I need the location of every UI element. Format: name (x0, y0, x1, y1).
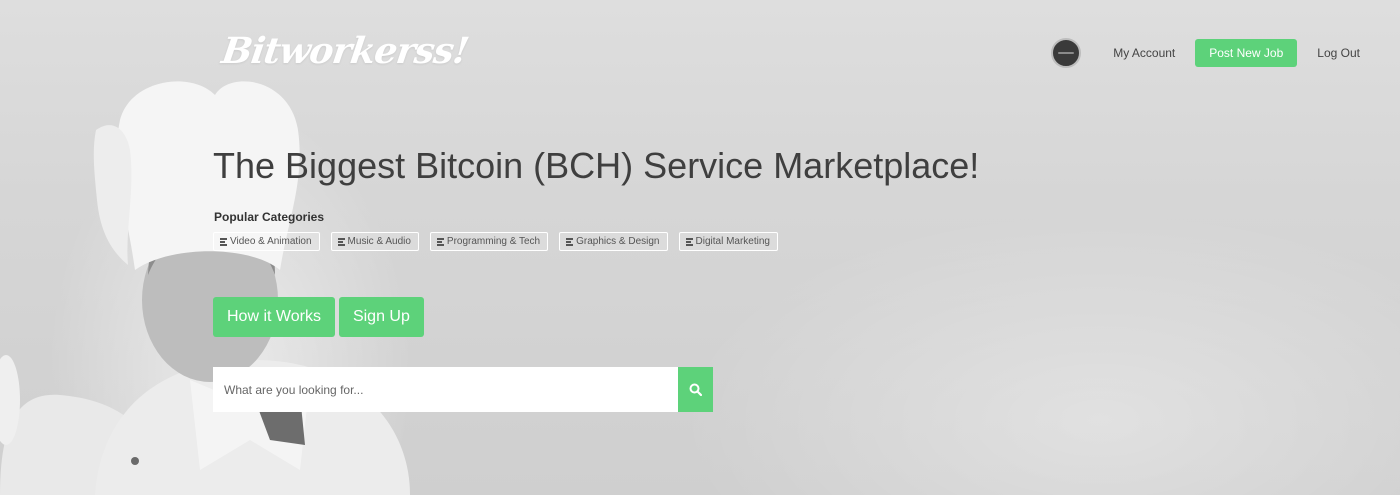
search-bar (213, 367, 713, 412)
list-icon (436, 237, 444, 246)
category-tag[interactable]: Digital Marketing (678, 232, 778, 251)
top-nav: My Account Post New Job Log Out (1051, 38, 1360, 68)
log-out-link[interactable]: Log Out (1317, 46, 1360, 60)
site-logo[interactable]: Bitworkerss! (219, 30, 471, 72)
hero-headline: The Biggest Bitcoin (BCH) Service Market… (213, 145, 980, 186)
category-label: Programming & Tech (446, 236, 541, 247)
category-tag[interactable]: Graphics & Design (559, 232, 668, 251)
category-tag[interactable]: Programming & Tech (429, 232, 549, 251)
list-icon (337, 237, 345, 246)
category-label: Graphics & Design (576, 236, 660, 247)
category-label: Music & Audio (347, 236, 411, 247)
hero-actions: How it Works Sign Up (213, 297, 424, 337)
user-avatar-icon[interactable] (1051, 38, 1082, 68)
search-icon (689, 383, 702, 396)
post-new-job-button[interactable]: Post New Job (1195, 39, 1298, 67)
category-tags: Video & Animation Music & Audio Programm… (213, 232, 778, 251)
how-it-works-button[interactable]: How it Works (213, 297, 335, 337)
list-icon (566, 237, 574, 246)
list-icon (685, 237, 693, 246)
list-icon (220, 237, 227, 246)
category-label: Video & Animation (230, 236, 312, 247)
search-button[interactable] (678, 367, 713, 412)
category-tag[interactable]: Music & Audio (330, 232, 419, 251)
category-tag[interactable]: Video & Animation (213, 232, 320, 251)
search-input[interactable] (213, 367, 678, 412)
popular-categories-label: Popular Categories (214, 210, 325, 224)
category-label: Digital Marketing (695, 236, 770, 247)
my-account-link[interactable]: My Account (1113, 46, 1175, 60)
sign-up-button[interactable]: Sign Up (338, 297, 424, 337)
